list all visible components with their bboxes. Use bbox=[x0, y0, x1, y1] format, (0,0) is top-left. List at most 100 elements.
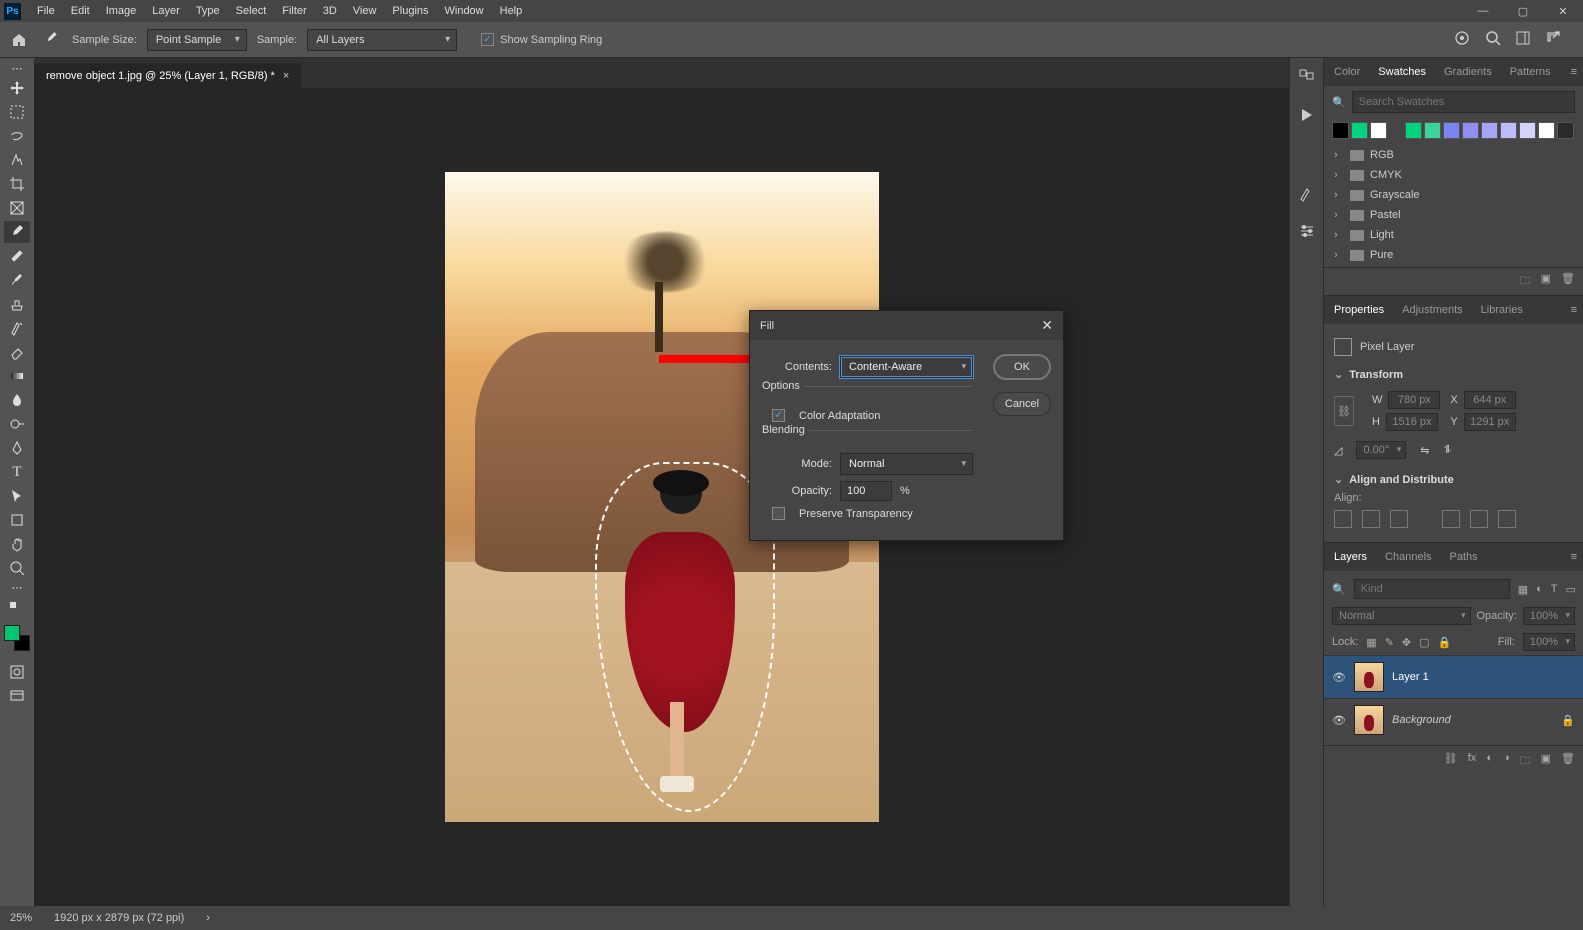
width-input[interactable] bbox=[1388, 391, 1440, 409]
align-section-header[interactable]: ⌄Align and Distribute bbox=[1334, 467, 1573, 492]
filter-shape-icon[interactable]: ▭ bbox=[1566, 582, 1576, 596]
tab-layers[interactable]: Layers bbox=[1330, 547, 1371, 567]
menu-filter[interactable]: Filter bbox=[274, 2, 314, 20]
healing-tool[interactable] bbox=[4, 245, 30, 267]
zoom-level[interactable]: 25% bbox=[10, 912, 32, 924]
shape-tool[interactable] bbox=[4, 509, 30, 531]
minimize-button[interactable]: — bbox=[1463, 0, 1503, 22]
collapsed-history-icon[interactable] bbox=[1296, 66, 1318, 88]
swatch-delete-icon[interactable]: 🗑 bbox=[1561, 272, 1575, 291]
swatch-folder-light[interactable]: ›Light bbox=[1324, 225, 1583, 245]
new-layer-icon[interactable]: ▣ bbox=[1541, 752, 1551, 771]
angle-input[interactable]: 0.00° bbox=[1356, 441, 1406, 459]
swatch-item[interactable] bbox=[1443, 122, 1460, 139]
color-adaptation-checkbox[interactable] bbox=[772, 409, 785, 422]
share-icon[interactable] bbox=[1545, 29, 1563, 50]
opacity-input[interactable] bbox=[840, 481, 892, 501]
gradient-tool[interactable] bbox=[4, 365, 30, 387]
collapsed-actions-icon[interactable] bbox=[1296, 104, 1318, 126]
align-right-icon[interactable] bbox=[1390, 510, 1408, 528]
height-input[interactable] bbox=[1386, 413, 1438, 431]
foreground-color-swatch[interactable] bbox=[4, 625, 20, 641]
swatch-folder-rgb[interactable]: ›RGB bbox=[1324, 145, 1583, 165]
tab-properties[interactable]: Properties bbox=[1330, 300, 1388, 320]
path-select-tool[interactable] bbox=[4, 485, 30, 507]
layers-panel-menu-icon[interactable]: ≡ bbox=[1571, 551, 1577, 563]
group-icon[interactable]: 🗀 bbox=[1520, 752, 1531, 771]
menu-plugins[interactable]: Plugins bbox=[384, 2, 436, 20]
menu-file[interactable]: File bbox=[29, 2, 63, 20]
lock-pos-icon[interactable]: ✥ bbox=[1402, 636, 1411, 649]
menu-view[interactable]: View bbox=[345, 2, 385, 20]
swatch-folder-pastel[interactable]: ›Pastel bbox=[1324, 205, 1583, 225]
close-window-button[interactable]: ✕ bbox=[1543, 0, 1583, 22]
filter-adjust-icon[interactable]: ◐ bbox=[1536, 582, 1543, 596]
marquee-tool[interactable] bbox=[4, 101, 30, 123]
lasso-tool[interactable] bbox=[4, 125, 30, 147]
type-tool[interactable]: T bbox=[4, 461, 30, 483]
swatches-search-input[interactable] bbox=[1352, 91, 1575, 113]
home-icon[interactable] bbox=[8, 29, 30, 51]
menu-type[interactable]: Type bbox=[188, 2, 228, 20]
swatch-item[interactable] bbox=[1462, 122, 1479, 139]
filter-type-icon[interactable]: T bbox=[1551, 582, 1558, 596]
align-hcenter-icon[interactable] bbox=[1362, 510, 1380, 528]
blend-mode-select[interactable]: Normal bbox=[1332, 607, 1471, 625]
swatch-item[interactable] bbox=[1370, 122, 1387, 139]
contents-select[interactable]: Content-Aware bbox=[840, 356, 973, 378]
link-layers-icon[interactable]: ⛓ bbox=[1444, 752, 1458, 771]
foreground-background-swatch[interactable] bbox=[4, 625, 30, 651]
tab-libraries[interactable]: Libraries bbox=[1477, 300, 1527, 320]
quick-mask-tool[interactable] bbox=[4, 661, 30, 683]
hand-tool[interactable] bbox=[4, 533, 30, 555]
align-left-icon[interactable] bbox=[1334, 510, 1352, 528]
layer-name[interactable]: Background bbox=[1392, 714, 1553, 726]
show-sampling-ring-checkbox[interactable] bbox=[481, 33, 494, 46]
swatch-item[interactable] bbox=[1481, 122, 1498, 139]
swatch-folder-add-icon[interactable]: 🗀 bbox=[1520, 272, 1531, 291]
swatch-folder-grayscale[interactable]: ›Grayscale bbox=[1324, 185, 1583, 205]
history-brush-tool[interactable] bbox=[4, 317, 30, 339]
align-top-icon[interactable] bbox=[1442, 510, 1460, 528]
align-vcenter-icon[interactable] bbox=[1470, 510, 1488, 528]
swatch-item[interactable] bbox=[1519, 122, 1536, 139]
sample-select[interactable]: All Layers bbox=[307, 29, 457, 51]
flip-v-icon[interactable]: ⥮ bbox=[1444, 444, 1452, 457]
swatch-item[interactable] bbox=[1557, 122, 1574, 139]
menu-window[interactable]: Window bbox=[437, 2, 492, 20]
visibility-icon[interactable]: 👁 bbox=[1332, 714, 1346, 727]
delete-layer-icon[interactable]: 🗑 bbox=[1561, 752, 1575, 771]
menu-help[interactable]: Help bbox=[492, 2, 531, 20]
transform-section-header[interactable]: ⌄Transform bbox=[1334, 362, 1573, 387]
eyedropper-current-tool-icon[interactable] bbox=[40, 29, 62, 51]
lock-paint-icon[interactable]: ✎ bbox=[1385, 636, 1394, 649]
preserve-transparency-checkbox[interactable] bbox=[772, 507, 785, 520]
filter-pixel-icon[interactable]: ▦ bbox=[1518, 582, 1528, 596]
mask-icon[interactable]: ◐ bbox=[1486, 752, 1493, 771]
cloud-docs-icon[interactable] bbox=[1453, 29, 1471, 50]
tools-more[interactable]: ⋯ bbox=[4, 581, 30, 593]
flip-h-icon[interactable]: ⇋ bbox=[1420, 444, 1429, 457]
properties-panel-menu-icon[interactable]: ≡ bbox=[1571, 304, 1577, 316]
sample-size-select[interactable]: Point Sample bbox=[147, 29, 247, 51]
collapsed-brushes-icon[interactable] bbox=[1296, 182, 1318, 204]
lock-all-icon[interactable]: 🔒 bbox=[1438, 636, 1452, 649]
menu-layer[interactable]: Layer bbox=[144, 2, 188, 20]
menu-image[interactable]: Image bbox=[98, 2, 145, 20]
zoom-tool[interactable] bbox=[4, 557, 30, 579]
frame-tool[interactable] bbox=[4, 197, 30, 219]
tab-patterns[interactable]: Patterns bbox=[1506, 62, 1555, 82]
tools-handle[interactable]: ⋯ bbox=[4, 61, 30, 75]
menu-3d[interactable]: 3D bbox=[315, 2, 345, 20]
canvas[interactable]: Fill ✕ Contents: Content-Aware Options bbox=[34, 88, 1289, 906]
fx-icon[interactable]: fx bbox=[1468, 752, 1477, 771]
collapsed-settings-icon[interactable] bbox=[1296, 220, 1318, 242]
tab-swatches[interactable]: Swatches bbox=[1374, 62, 1430, 82]
tab-color[interactable]: Color bbox=[1330, 62, 1364, 82]
menu-edit[interactable]: Edit bbox=[63, 2, 98, 20]
tab-paths[interactable]: Paths bbox=[1446, 547, 1482, 567]
workspace-icon[interactable] bbox=[1515, 30, 1531, 49]
swatch-item[interactable] bbox=[1405, 122, 1422, 139]
y-input[interactable] bbox=[1464, 413, 1516, 431]
swatch-item[interactable] bbox=[1332, 122, 1349, 139]
